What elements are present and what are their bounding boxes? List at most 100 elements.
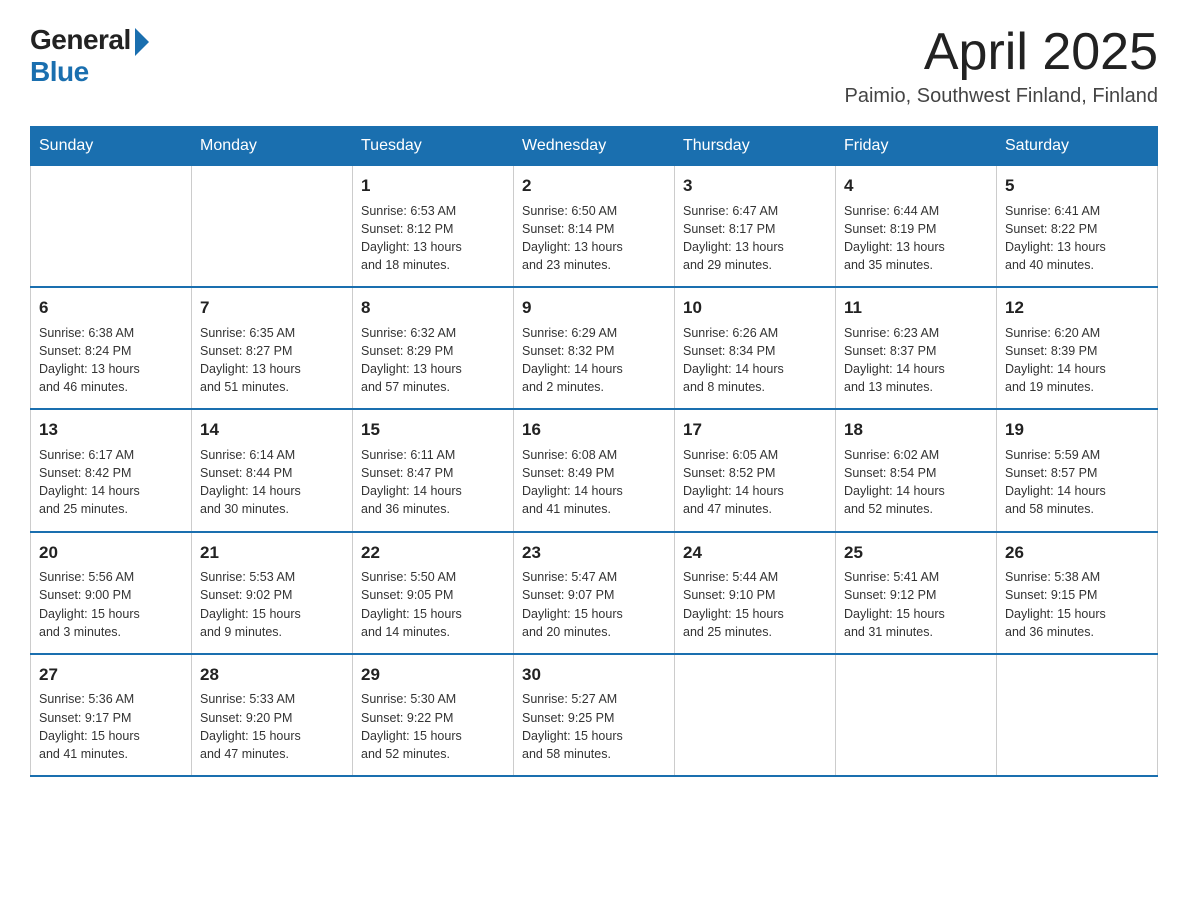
- day-info: Sunrise: 6:17 AM Sunset: 8:42 PM Dayligh…: [39, 446, 183, 519]
- day-number: 26: [1005, 541, 1149, 566]
- day-info: Sunrise: 6:05 AM Sunset: 8:52 PM Dayligh…: [683, 446, 827, 519]
- day-info: Sunrise: 5:36 AM Sunset: 9:17 PM Dayligh…: [39, 690, 183, 763]
- day-header-friday: Friday: [836, 127, 997, 166]
- calendar-cell: 30Sunrise: 5:27 AM Sunset: 9:25 PM Dayli…: [514, 654, 675, 776]
- logo-blue-text: Blue: [30, 56, 149, 88]
- day-number: 24: [683, 541, 827, 566]
- calendar-week-row: 20Sunrise: 5:56 AM Sunset: 9:00 PM Dayli…: [31, 532, 1158, 654]
- calendar-cell: 23Sunrise: 5:47 AM Sunset: 9:07 PM Dayli…: [514, 532, 675, 654]
- day-number: 3: [683, 174, 827, 199]
- day-number: 27: [39, 663, 183, 688]
- day-info: Sunrise: 5:30 AM Sunset: 9:22 PM Dayligh…: [361, 690, 505, 763]
- calendar-week-row: 6 Sunrise: 6:38 AM Sunset: 8:24 PM Daylig…: [31, 287, 1158, 409]
- day-number: 7: [200, 296, 344, 321]
- logo-triangle-icon: [135, 28, 149, 56]
- day-number: 21: [200, 541, 344, 566]
- calendar-cell: [997, 654, 1158, 776]
- day-info: Sunrise: 6:41 AM Sunset: 8:22 PM Dayligh…: [1005, 202, 1149, 275]
- calendar-cell: 28Sunrise: 5:33 AM Sunset: 9:20 PM Dayli…: [192, 654, 353, 776]
- calendar-header-row: SundayMondayTuesdayWednesdayThursdayFrid…: [31, 127, 1158, 166]
- calendar-cell: 15 Sunrise: 6:11 AM Sunset: 8:47 PM Dayli…: [353, 409, 514, 531]
- day-number: 18: [844, 418, 988, 443]
- day-header-tuesday: Tuesday: [353, 127, 514, 166]
- calendar-cell: [836, 654, 997, 776]
- calendar-cell: 7 Sunrise: 6:35 AM Sunset: 8:27 PM Daylig…: [192, 287, 353, 409]
- day-number: 23: [522, 541, 666, 566]
- day-info: Sunrise: 6:11 AM Sunset: 8:47 PM Dayligh…: [361, 446, 505, 519]
- day-info: Sunrise: 6:32 AM Sunset: 8:29 PM Dayligh…: [361, 324, 505, 397]
- day-number: 25: [844, 541, 988, 566]
- day-info: Sunrise: 6:23 AM Sunset: 8:37 PM Dayligh…: [844, 324, 988, 397]
- day-number: 11: [844, 296, 988, 321]
- day-header-monday: Monday: [192, 127, 353, 166]
- day-header-thursday: Thursday: [675, 127, 836, 166]
- day-info: Sunrise: 5:56 AM Sunset: 9:00 PM Dayligh…: [39, 568, 183, 641]
- calendar-cell: [675, 654, 836, 776]
- calendar-cell: [31, 166, 192, 288]
- calendar-cell: [192, 166, 353, 288]
- day-info: Sunrise: 5:59 AM Sunset: 8:57 PM Dayligh…: [1005, 446, 1149, 519]
- day-info: Sunrise: 5:53 AM Sunset: 9:02 PM Dayligh…: [200, 568, 344, 641]
- calendar-cell: 12 Sunrise: 6:20 AM Sunset: 8:39 PM Dayli…: [997, 287, 1158, 409]
- calendar-cell: 25Sunrise: 5:41 AM Sunset: 9:12 PM Dayli…: [836, 532, 997, 654]
- day-number: 6: [39, 296, 183, 321]
- page-header: General Blue April 2025 Paimio, Southwes…: [30, 24, 1158, 108]
- location-title: Paimio, Southwest Finland, Finland: [845, 85, 1159, 108]
- day-number: 15: [361, 418, 505, 443]
- day-header-wednesday: Wednesday: [514, 127, 675, 166]
- calendar-cell: 29Sunrise: 5:30 AM Sunset: 9:22 PM Dayli…: [353, 654, 514, 776]
- logo-general-text: General: [30, 24, 131, 56]
- day-number: 5: [1005, 174, 1149, 199]
- day-info: Sunrise: 5:27 AM Sunset: 9:25 PM Dayligh…: [522, 690, 666, 763]
- calendar-cell: 6 Sunrise: 6:38 AM Sunset: 8:24 PM Daylig…: [31, 287, 192, 409]
- day-info: Sunrise: 6:53 AM Sunset: 8:12 PM Dayligh…: [361, 202, 505, 275]
- day-info: Sunrise: 6:26 AM Sunset: 8:34 PM Dayligh…: [683, 324, 827, 397]
- day-info: Sunrise: 5:38 AM Sunset: 9:15 PM Dayligh…: [1005, 568, 1149, 641]
- calendar-cell: 13 Sunrise: 6:17 AM Sunset: 8:42 PM Dayli…: [31, 409, 192, 531]
- day-number: 10: [683, 296, 827, 321]
- day-number: 19: [1005, 418, 1149, 443]
- day-info: Sunrise: 5:33 AM Sunset: 9:20 PM Dayligh…: [200, 690, 344, 763]
- day-info: Sunrise: 5:50 AM Sunset: 9:05 PM Dayligh…: [361, 568, 505, 641]
- calendar-cell: 18 Sunrise: 6:02 AM Sunset: 8:54 PM Dayli…: [836, 409, 997, 531]
- day-info: Sunrise: 6:14 AM Sunset: 8:44 PM Dayligh…: [200, 446, 344, 519]
- month-title: April 2025: [845, 24, 1159, 81]
- day-number: 17: [683, 418, 827, 443]
- title-block: April 2025 Paimio, Southwest Finland, Fi…: [845, 24, 1159, 108]
- day-info: Sunrise: 6:35 AM Sunset: 8:27 PM Dayligh…: [200, 324, 344, 397]
- day-info: Sunrise: 6:50 AM Sunset: 8:14 PM Dayligh…: [522, 202, 666, 275]
- calendar-cell: 8Sunrise: 6:32 AM Sunset: 8:29 PM Daylig…: [353, 287, 514, 409]
- day-info: Sunrise: 5:44 AM Sunset: 9:10 PM Dayligh…: [683, 568, 827, 641]
- calendar-cell: 17 Sunrise: 6:05 AM Sunset: 8:52 PM Dayli…: [675, 409, 836, 531]
- calendar-cell: 11 Sunrise: 6:23 AM Sunset: 8:37 PM Dayli…: [836, 287, 997, 409]
- day-info: Sunrise: 6:44 AM Sunset: 8:19 PM Dayligh…: [844, 202, 988, 275]
- day-info: Sunrise: 6:08 AM Sunset: 8:49 PM Dayligh…: [522, 446, 666, 519]
- day-info: Sunrise: 5:41 AM Sunset: 9:12 PM Dayligh…: [844, 568, 988, 641]
- calendar-cell: 1Sunrise: 6:53 AM Sunset: 8:12 PM Daylig…: [353, 166, 514, 288]
- day-info: Sunrise: 6:47 AM Sunset: 8:17 PM Dayligh…: [683, 202, 827, 275]
- day-number: 9: [522, 296, 666, 321]
- day-info: Sunrise: 6:02 AM Sunset: 8:54 PM Dayligh…: [844, 446, 988, 519]
- calendar-cell: 21Sunrise: 5:53 AM Sunset: 9:02 PM Dayli…: [192, 532, 353, 654]
- calendar-cell: 19 Sunrise: 5:59 AM Sunset: 8:57 PM Dayli…: [997, 409, 1158, 531]
- day-number: 12: [1005, 296, 1149, 321]
- day-number: 14: [200, 418, 344, 443]
- day-info: Sunrise: 6:38 AM Sunset: 8:24 PM Dayligh…: [39, 324, 183, 397]
- day-number: 20: [39, 541, 183, 566]
- calendar-cell: 2 Sunrise: 6:50 AM Sunset: 8:14 PM Daylig…: [514, 166, 675, 288]
- calendar-cell: 9Sunrise: 6:29 AM Sunset: 8:32 PM Daylig…: [514, 287, 675, 409]
- calendar-cell: 16 Sunrise: 6:08 AM Sunset: 8:49 PM Dayli…: [514, 409, 675, 531]
- day-number: 16: [522, 418, 666, 443]
- day-header-saturday: Saturday: [997, 127, 1158, 166]
- day-info: Sunrise: 6:20 AM Sunset: 8:39 PM Dayligh…: [1005, 324, 1149, 397]
- day-number: 30: [522, 663, 666, 688]
- day-number: 29: [361, 663, 505, 688]
- calendar-cell: 10 Sunrise: 6:26 AM Sunset: 8:34 PM Dayli…: [675, 287, 836, 409]
- calendar-cell: 3 Sunrise: 6:47 AM Sunset: 8:17 PM Daylig…: [675, 166, 836, 288]
- day-number: 13: [39, 418, 183, 443]
- day-number: 2: [522, 174, 666, 199]
- day-header-sunday: Sunday: [31, 127, 192, 166]
- calendar-table: SundayMondayTuesdayWednesdayThursdayFrid…: [30, 126, 1158, 777]
- calendar-week-row: 13 Sunrise: 6:17 AM Sunset: 8:42 PM Dayli…: [31, 409, 1158, 531]
- calendar-cell: 4Sunrise: 6:44 AM Sunset: 8:19 PM Daylig…: [836, 166, 997, 288]
